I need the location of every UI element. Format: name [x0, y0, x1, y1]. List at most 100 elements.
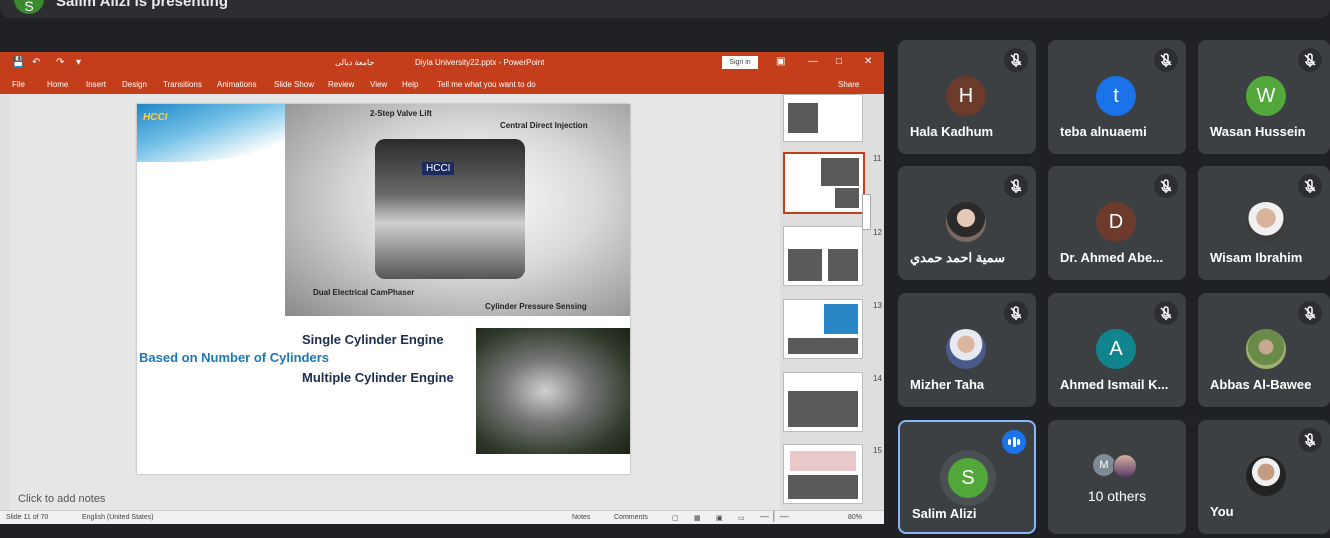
participant-tile-sumaya[interactable]: سمية احمد حمدي	[898, 166, 1036, 280]
zoom-level[interactable]: 80%	[848, 514, 862, 521]
others-avatars: M	[1093, 454, 1143, 478]
avatar-photo	[1246, 456, 1286, 496]
signin-button[interactable]: Sign in	[722, 56, 758, 69]
participant-tile-salim-alizi[interactable]: S Salim Alizi	[898, 420, 1036, 534]
tab-animations[interactable]: Animations	[217, 80, 257, 89]
tab-insert[interactable]: Insert	[86, 80, 106, 89]
mic-off-icon	[1298, 428, 1322, 452]
comments-toggle[interactable]: Comments	[614, 514, 648, 521]
thumbnail-image	[821, 158, 859, 186]
slideshow-icon[interactable]: ▭	[738, 514, 745, 522]
audio-bar	[1012, 437, 1016, 447]
zoom-slider[interactable]: — │ —	[760, 511, 789, 521]
tell-me-search[interactable]: Tell me what you want to do	[437, 80, 536, 89]
thumbnail-10[interactable]	[783, 94, 863, 142]
redo-icon[interactable]: ↷	[56, 58, 64, 68]
mic-off-icon	[1004, 174, 1028, 198]
mic-off-icon	[1004, 301, 1028, 325]
reading-view-icon[interactable]: ▣	[716, 514, 723, 522]
thumbnail-image	[828, 249, 858, 281]
thumbnail-image	[788, 338, 858, 354]
tab-home[interactable]: Home	[47, 80, 68, 89]
ribbon-display-icon[interactable]: ▣	[776, 57, 785, 67]
mic-off-icon	[1298, 174, 1322, 198]
participant-name: Mizher Taha	[910, 377, 985, 392]
audio-level-icon	[1002, 430, 1026, 454]
mic-off-icon	[1298, 301, 1322, 325]
avatar-photo	[1113, 454, 1137, 478]
thumbnail-image	[835, 188, 859, 208]
thumbnail-number: 12	[873, 228, 882, 237]
callout-cam-phaser: Dual Electrical CamPhaser	[313, 288, 415, 297]
notes-toggle[interactable]: Notes	[572, 514, 590, 521]
thumbnail-14[interactable]	[783, 372, 863, 432]
language-indicator[interactable]: English (United States)	[82, 514, 154, 521]
participant-tile-abbas-al-bawee[interactable]: Abbas Al-Bawee	[1198, 293, 1330, 407]
tab-transitions[interactable]: Transitions	[163, 80, 202, 89]
participant-tile-hala-kadhum[interactable]: H Hala Kadhum	[898, 40, 1036, 154]
participant-tile-ahmed-ismail[interactable]: A Ahmed Ismail K...	[1048, 293, 1186, 407]
customize-icon[interactable]: ▾	[76, 58, 81, 68]
participant-tile-you[interactable]: You	[1198, 420, 1330, 534]
maximize-icon[interactable]: □	[836, 57, 842, 67]
engine-image: HCCI 2-Step Valve Lift Central Direct In…	[285, 104, 630, 316]
save-icon[interactable]: 💾	[12, 58, 24, 68]
avatar: D	[1096, 202, 1136, 242]
participant-name: Dr. Ahmed Abe...	[1060, 250, 1164, 265]
callout-valve-lift: 2-Step Valve Lift	[370, 109, 432, 118]
close-icon[interactable]: ✕	[864, 57, 872, 67]
participant-name: Hala Kadhum	[910, 124, 994, 139]
avatar: H	[946, 76, 986, 116]
tab-design[interactable]: Design	[122, 80, 147, 89]
thumbnail-image	[788, 249, 822, 281]
tab-file[interactable]: File	[12, 80, 25, 89]
participant-tile-teba-alnuaemi[interactable]: t teba alnuaemi	[1048, 40, 1186, 154]
tab-slide-show[interactable]: Slide Show	[274, 80, 314, 89]
slide-counter: Slide 11 of 70	[6, 514, 49, 521]
participant-name: Wasan Hussein	[1210, 124, 1306, 139]
participant-tile-wasan-hussein[interactable]: W Wasan Hussein	[1198, 40, 1330, 154]
participant-name: Salim Alizi	[912, 506, 977, 521]
slide-sorter-icon[interactable]: ▦	[694, 514, 701, 522]
thumbnail-15[interactable]	[783, 444, 863, 504]
mic-off-icon	[1004, 48, 1028, 72]
participant-tile-wisam-ibrahim[interactable]: Wisam Ibrahim	[1198, 166, 1330, 280]
thumbnail-number: 14	[873, 374, 882, 383]
normal-view-icon[interactable]: ▢	[672, 514, 679, 522]
slide-editor: HCCI HCCI 2-Step Valve Lift Central Dire…	[10, 94, 780, 524]
presenting-label: Salim Alizi is presenting	[56, 0, 228, 10]
status-bar: Slide 11 of 70 English (United States) N…	[0, 510, 884, 524]
slide-thumbnails: 11 12 13 14 15	[780, 94, 884, 510]
participant-tile-dr-ahmed[interactable]: D Dr. Ahmed Abe...	[1048, 166, 1186, 280]
thumbnail-image	[788, 475, 858, 499]
participant-name: Ahmed Ismail K...	[1060, 377, 1169, 392]
minimize-icon[interactable]: —	[808, 57, 818, 67]
thumbnail-12[interactable]	[783, 226, 863, 286]
thumbnail-13[interactable]	[783, 299, 863, 359]
avatar: S	[948, 458, 988, 498]
thumbnail-11[interactable]	[783, 152, 865, 214]
thumbnail-scrollbar[interactable]	[862, 194, 871, 230]
avatar-photo	[946, 202, 986, 242]
participant-name: teba alnuaemi	[1060, 124, 1147, 139]
share-button[interactable]: Share	[838, 80, 859, 89]
current-slide[interactable]: HCCI HCCI 2-Step Valve Lift Central Dire…	[137, 104, 630, 474]
avatar: W	[1246, 76, 1286, 116]
participant-name: You	[1210, 504, 1234, 519]
tab-review[interactable]: Review	[328, 80, 354, 89]
participant-name: Abbas Al-Bawee	[1210, 377, 1312, 392]
title-arabic: جامعة ديالى	[335, 58, 375, 67]
avatar: A	[1096, 329, 1136, 369]
tab-view[interactable]: View	[370, 80, 387, 89]
slide-text-based-on: Based on Number of Cylinders	[139, 350, 329, 365]
participant-name: سمية احمد حمدي	[910, 250, 1006, 265]
vertical-ruler	[0, 94, 10, 510]
tab-help[interactable]: Help	[402, 80, 418, 89]
powerpoint-window: 💾 ↶ ↷ ▾ جامعة ديالى Diyla University22.p…	[0, 52, 884, 524]
participant-tile-others[interactable]: M 10 others	[1048, 420, 1186, 534]
avatar: M	[1093, 454, 1115, 476]
undo-icon[interactable]: ↶	[32, 58, 40, 68]
ppt-title-bar: 💾 ↶ ↷ ▾ جامعة ديالى Diyla University22.p…	[0, 52, 884, 74]
participant-tile-mizher-taha[interactable]: Mizher Taha	[898, 293, 1036, 407]
notes-pane[interactable]: Click to add notes	[10, 490, 780, 510]
